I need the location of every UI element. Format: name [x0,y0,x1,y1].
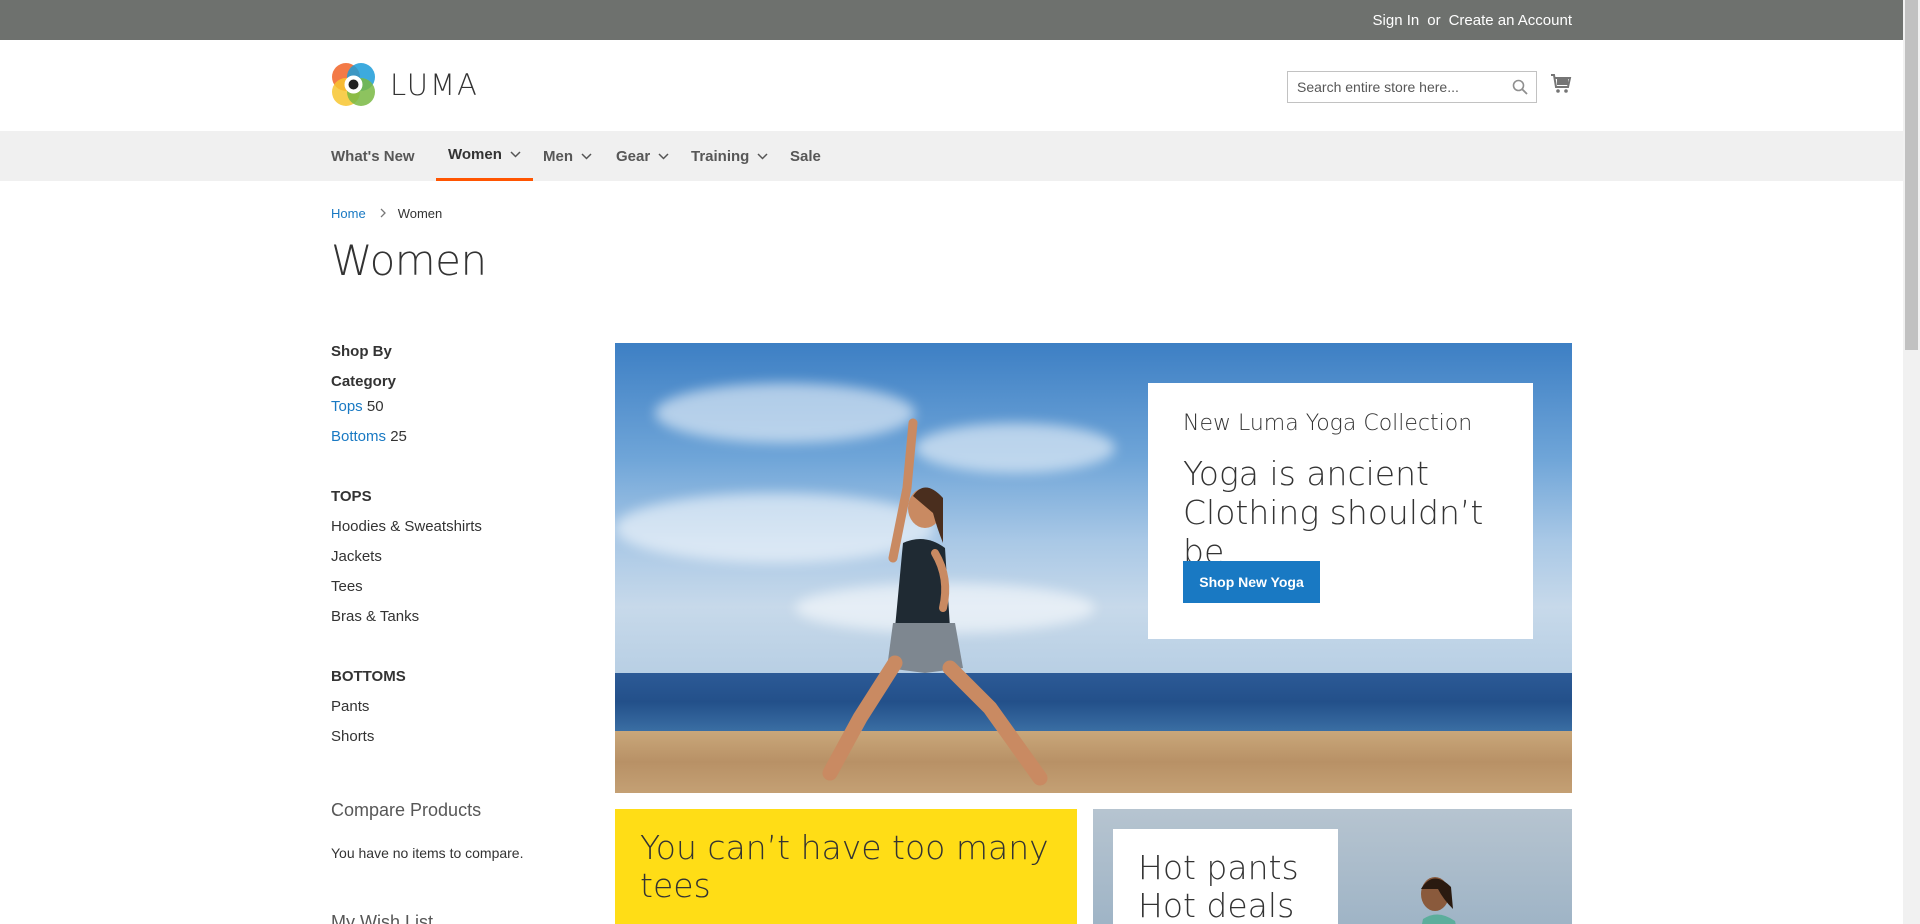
shop-new-yoga-button[interactable]: Shop New Yoga [1183,561,1320,603]
chevron-down-icon [581,152,592,160]
filter-item-count: 50 [366,398,384,415]
compare-empty-message: You have no items to compare. [331,845,524,861]
chevron-down-icon [658,152,669,160]
shop-by-heading: Shop By [331,343,392,360]
nav-item-women[interactable]: Women [436,131,533,181]
nav-item-sale[interactable]: Sale [790,131,821,181]
promo-pants-card: Hot pants Hot deals [1113,829,1338,924]
logo-text: LUMA [390,67,479,102]
nav-item-gear[interactable]: Gear [616,131,669,181]
search-box [1287,71,1537,103]
promo-tees[interactable]: You can’t have too many tees [615,809,1077,924]
search-input[interactable] [1297,79,1502,95]
breadcrumb-home[interactable]: Home [331,206,366,221]
filter-item-label[interactable]: Tops [331,398,363,415]
main-nav: What's New Women Men Gear Training Sale [0,131,1903,181]
luma-logo[interactable]: LUMA [331,62,479,107]
top-bar: Sign In or Create an Account [0,0,1903,40]
promo-pants[interactable]: Hot pants Hot deals [1093,809,1572,924]
page-title: Women [331,236,487,285]
hero-subtitle: New Luma Yoga Collection [1183,411,1473,436]
scrollbar-thumb[interactable] [1905,0,1918,350]
sidebar-link-bras-tanks[interactable]: Bras & Tanks [331,608,419,625]
promo-pants-line-2: Hot deals [1138,886,1295,924]
promo-tees-text: You can’t have too many tees [640,828,1049,905]
runner-woman-image [1421,877,1456,924]
nav-item-men[interactable]: Men [543,131,592,181]
nav-item-label: Training [691,147,750,165]
filter-item-tops[interactable]: Tops 50 [331,398,384,415]
category-heading: Category [331,373,397,390]
filter-item-bottoms[interactable]: Bottoms 25 [331,428,407,445]
hero-title-line-2: Clothing shouldn’t be [1183,493,1484,571]
breadcrumb: Home Women [331,206,442,221]
nav-item-label: Sale [790,147,821,165]
nav-item-label: Men [543,147,573,165]
tops-heading: TOPS [331,488,372,505]
search-icon[interactable] [1512,79,1528,100]
cart-icon[interactable] [1550,73,1572,100]
hero-title-line-1: Yoga is ancient [1183,454,1429,493]
hero-banner[interactable]: New Luma Yoga Collection Yoga is ancient… [615,343,1572,793]
sidebar-link-shorts[interactable]: Shorts [331,728,374,745]
filter-item-label[interactable]: Bottoms [331,428,386,445]
sidebar-link-pants[interactable]: Pants [331,698,369,715]
chevron-down-icon [757,152,768,160]
wishlist-title: My Wish List [331,912,434,924]
filter-item-count: 25 [390,428,407,445]
luma-logo-icon [332,63,375,106]
nav-item-label: Women [448,146,502,163]
sidebar-link-hoodies[interactable]: Hoodies & Sweatshirts [331,518,482,535]
hero-title: Yoga is ancient Clothing shouldn’t be [1183,454,1498,571]
sign-in-link[interactable]: Sign In [1373,12,1420,29]
nav-item-label: What's New [331,147,415,165]
breadcrumb-current: Women [397,206,443,221]
sidebar-link-jackets[interactable]: Jackets [331,548,382,565]
yoga-woman-image [822,418,1048,786]
create-account-link[interactable]: Create an Account [1449,12,1572,29]
nav-item-whats-new[interactable]: What's New [331,131,415,181]
breadcrumb-separator-icon [380,206,386,221]
bottoms-heading: BOTTOMS [331,668,406,685]
nav-item-training[interactable]: Training [691,131,768,181]
nav-item-label: Gear [616,147,651,165]
sidebar-link-tees[interactable]: Tees [331,578,363,595]
compare-products-title: Compare Products [331,800,482,820]
or-separator: or [1427,11,1441,29]
hero-card: New Luma Yoga Collection Yoga is ancient… [1148,383,1533,639]
promo-pants-line-1: Hot pants [1138,848,1299,887]
account-links: Sign In or Create an Account [1373,0,1572,40]
header: LUMA [0,40,1903,131]
page-scrollbar[interactable] [1903,0,1920,924]
chevron-down-icon [510,151,521,158]
